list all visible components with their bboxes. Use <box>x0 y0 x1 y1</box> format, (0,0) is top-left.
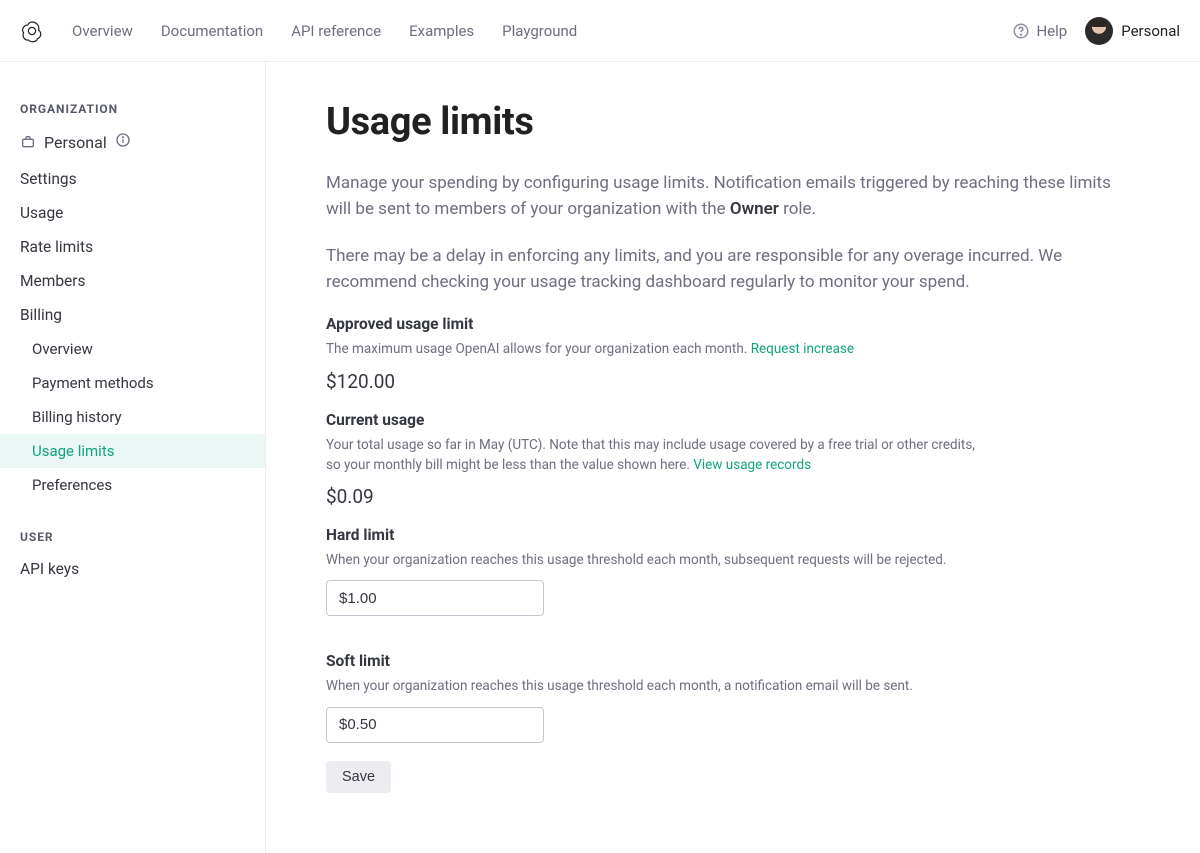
intro-text: Manage your spending by configuring usag… <box>326 173 1111 219</box>
sidebar-org-row[interactable]: Personal <box>0 124 265 162</box>
hard-limit-input[interactable] <box>326 580 544 616</box>
top-header: Overview Documentation API reference Exa… <box>0 0 1200 62</box>
current-desc-text: Your total usage so far in May (UTC). No… <box>326 437 975 473</box>
openai-logo-icon <box>20 19 44 43</box>
view-usage-records-link[interactable]: View usage records <box>693 457 811 473</box>
intro-paragraph-2: There may be a delay in enforcing any li… <box>326 243 1126 296</box>
sidebar-rate-limits[interactable]: Rate limits <box>0 230 265 264</box>
request-increase-link[interactable]: Request increase <box>751 341 854 357</box>
approved-desc-text: The maximum usage OpenAI allows for your… <box>326 341 751 357</box>
avatar <box>1085 17 1113 45</box>
sidebar-members[interactable]: Members <box>0 264 265 298</box>
page-title: Usage limits <box>326 100 1126 144</box>
sidebar-user-label: USER <box>0 522 265 552</box>
intro-text-tail: role. <box>779 199 816 219</box>
main-content: Usage limits Manage your spending by con… <box>266 62 1126 853</box>
hard-desc: When your organization reaches this usag… <box>326 550 986 570</box>
intro-block: Manage your spending by configuring usag… <box>326 170 1126 295</box>
approved-heading: Approved usage limit <box>326 315 1126 333</box>
briefcase-icon <box>20 134 36 150</box>
soft-heading: Soft limit <box>326 652 1126 670</box>
sidebar: ORGANIZATION Personal Settings Usage Rat… <box>0 62 266 853</box>
layout: ORGANIZATION Personal Settings Usage Rat… <box>0 62 1200 853</box>
sidebar-org-label: ORGANIZATION <box>0 94 265 124</box>
intro-owner-bold: Owner <box>730 199 779 219</box>
org-info-icon[interactable] <box>115 132 131 152</box>
openai-logo[interactable] <box>20 19 44 43</box>
hard-heading: Hard limit <box>326 526 1126 544</box>
nav-playground[interactable]: Playground <box>502 22 577 40</box>
approved-usage-section: Approved usage limit The maximum usage O… <box>326 315 1126 392</box>
intro-paragraph-1: Manage your spending by configuring usag… <box>326 170 1126 223</box>
hard-limit-section: Hard limit When your organization reache… <box>326 526 1126 634</box>
sidebar-org-name: Personal <box>44 133 107 152</box>
help-icon <box>1012 22 1030 40</box>
help-link[interactable]: Help <box>1012 22 1067 40</box>
top-nav: Overview Documentation API reference Exa… <box>72 22 1012 40</box>
approved-desc: The maximum usage OpenAI allows for your… <box>326 339 986 359</box>
approved-value: $120.00 <box>326 370 1126 393</box>
header-right: Help Personal <box>1012 17 1180 45</box>
sidebar-billing-preferences[interactable]: Preferences <box>0 468 265 502</box>
nav-overview[interactable]: Overview <box>72 22 133 40</box>
nav-documentation[interactable]: Documentation <box>161 22 263 40</box>
current-usage-section: Current usage Your total usage so far in… <box>326 411 1126 509</box>
save-button[interactable]: Save <box>326 761 391 793</box>
nav-examples[interactable]: Examples <box>409 22 474 40</box>
sidebar-billing-history[interactable]: Billing history <box>0 400 265 434</box>
info-icon <box>115 132 131 148</box>
sidebar-billing-overview[interactable]: Overview <box>0 332 265 366</box>
current-desc: Your total usage so far in May (UTC). No… <box>326 435 986 476</box>
sidebar-api-keys[interactable]: API keys <box>0 552 265 586</box>
nav-api-reference[interactable]: API reference <box>291 22 381 40</box>
soft-limit-input[interactable] <box>326 707 544 743</box>
help-label: Help <box>1036 22 1067 40</box>
sidebar-billing-usage-limits[interactable]: Usage limits <box>0 434 265 468</box>
current-value: $0.09 <box>326 485 1126 508</box>
soft-limit-section: Soft limit When your organization reache… <box>326 652 1126 760</box>
sidebar-billing-payment-methods[interactable]: Payment methods <box>0 366 265 400</box>
account-label: Personal <box>1121 22 1180 40</box>
account-menu[interactable]: Personal <box>1085 17 1180 45</box>
current-heading: Current usage <box>326 411 1126 429</box>
sidebar-billing[interactable]: Billing <box>0 298 265 332</box>
soft-desc: When your organization reaches this usag… <box>326 676 986 696</box>
sidebar-settings[interactable]: Settings <box>0 162 265 196</box>
sidebar-usage[interactable]: Usage <box>0 196 265 230</box>
